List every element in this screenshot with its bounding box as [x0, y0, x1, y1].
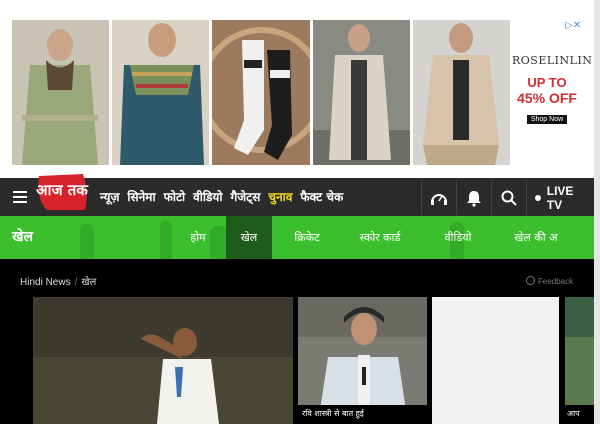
hamburger-menu-icon[interactable] — [13, 191, 27, 203]
tab-home[interactable]: होम — [170, 216, 226, 259]
ad-brand-panel[interactable]: ROSELINLIN UP TO 45% OFF Shop Now — [512, 20, 593, 165]
ad-offer-line2: 45% OFF — [517, 90, 577, 106]
live-dot-icon — [534, 195, 541, 201]
feedback-link[interactable]: Feedback — [526, 276, 573, 286]
notification-bell-icon[interactable] — [455, 181, 491, 215]
nav-link-news[interactable]: न्यूज़ — [100, 188, 119, 205]
nav-icon-group: LIVE TV — [421, 181, 600, 215]
tab-cricket[interactable]: क्रिकेट — [272, 216, 342, 259]
ad-brand-name: ROSELINLIN — [512, 54, 593, 67]
player-silhouette-decor — [80, 224, 94, 259]
sports-section-bar: खेल होम खेल क्रिकेट स्कोर कार्ड वीडियो ख… — [0, 216, 594, 259]
ad-shop-now-button[interactable]: Shop Now — [526, 115, 568, 124]
feedback-check-icon — [526, 276, 535, 285]
primary-nav-links: न्यूज़ सिनेमा फोटो वीडियो गैजेट्स चुनाव … — [100, 188, 351, 205]
live-tv-button[interactable]: LIVE TV — [525, 181, 600, 215]
tab-more-sports[interactable]: खेल की अ — [498, 216, 574, 259]
breadcrumb-current: खेल — [81, 277, 97, 288]
search-icon[interactable] — [490, 181, 526, 215]
section-tabs: होम खेल क्रिकेट स्कोर कार्ड वीडियो खेल क… — [170, 216, 574, 259]
ad-offer-line1: UP TO — [527, 75, 567, 90]
breadcrumb-separator: / — [74, 277, 78, 288]
tab-scorecard[interactable]: स्कोर कार्ड — [342, 216, 418, 259]
site-logo[interactable]: आज तक — [33, 170, 91, 214]
story-card-caption: आप — [565, 405, 594, 424]
nav-link-gadgets[interactable]: गैजेट्स — [231, 188, 261, 205]
story-card-placeholder[interactable] — [432, 297, 559, 424]
story-card-featured[interactable] — [33, 297, 293, 424]
ad-image-cardigan-green[interactable] — [12, 20, 109, 165]
story-card-shastri[interactable]: रवि शास्त्री से बात हुई — [298, 297, 427, 424]
nav-link-photo[interactable]: फोटो — [164, 188, 186, 205]
podcast-headphone-icon[interactable] — [421, 181, 456, 215]
nav-link-elections[interactable]: चुनाव — [268, 188, 292, 205]
tab-sports[interactable]: खेल — [226, 216, 272, 259]
ad-image-long-cardigan[interactable] — [313, 20, 410, 165]
ad-close-icon[interactable]: ▷✕ — [565, 20, 581, 31]
ad-image-sweater-blue[interactable] — [112, 20, 209, 165]
breadcrumb: Hindi News / खेल — [20, 274, 96, 288]
nav-link-video[interactable]: वीडियो — [193, 188, 222, 205]
breadcrumb-home-link[interactable]: Hindi News — [20, 277, 71, 288]
ad-image-fringe-cardigan[interactable] — [413, 20, 510, 165]
tab-video[interactable]: वीडियो — [418, 216, 498, 259]
advertisement-banner[interactable]: ROSELINLIN UP TO 45% OFF Shop Now ▷✕ — [0, 0, 600, 178]
nav-link-fact-check[interactable]: फैक्ट चेक — [300, 188, 343, 205]
section-title: खेल — [12, 229, 33, 245]
story-card-caption: रवि शास्त्री से बात हुई — [298, 405, 427, 424]
logo-text: आज तक — [36, 181, 89, 199]
nav-link-cinema[interactable]: सिनेमा — [127, 188, 155, 205]
live-tv-label: LIVE TV — [546, 184, 574, 212]
feedback-label: Feedback — [538, 277, 574, 286]
ad-image-socks[interactable] — [212, 20, 310, 165]
story-card-partial[interactable]: आप — [565, 297, 594, 424]
